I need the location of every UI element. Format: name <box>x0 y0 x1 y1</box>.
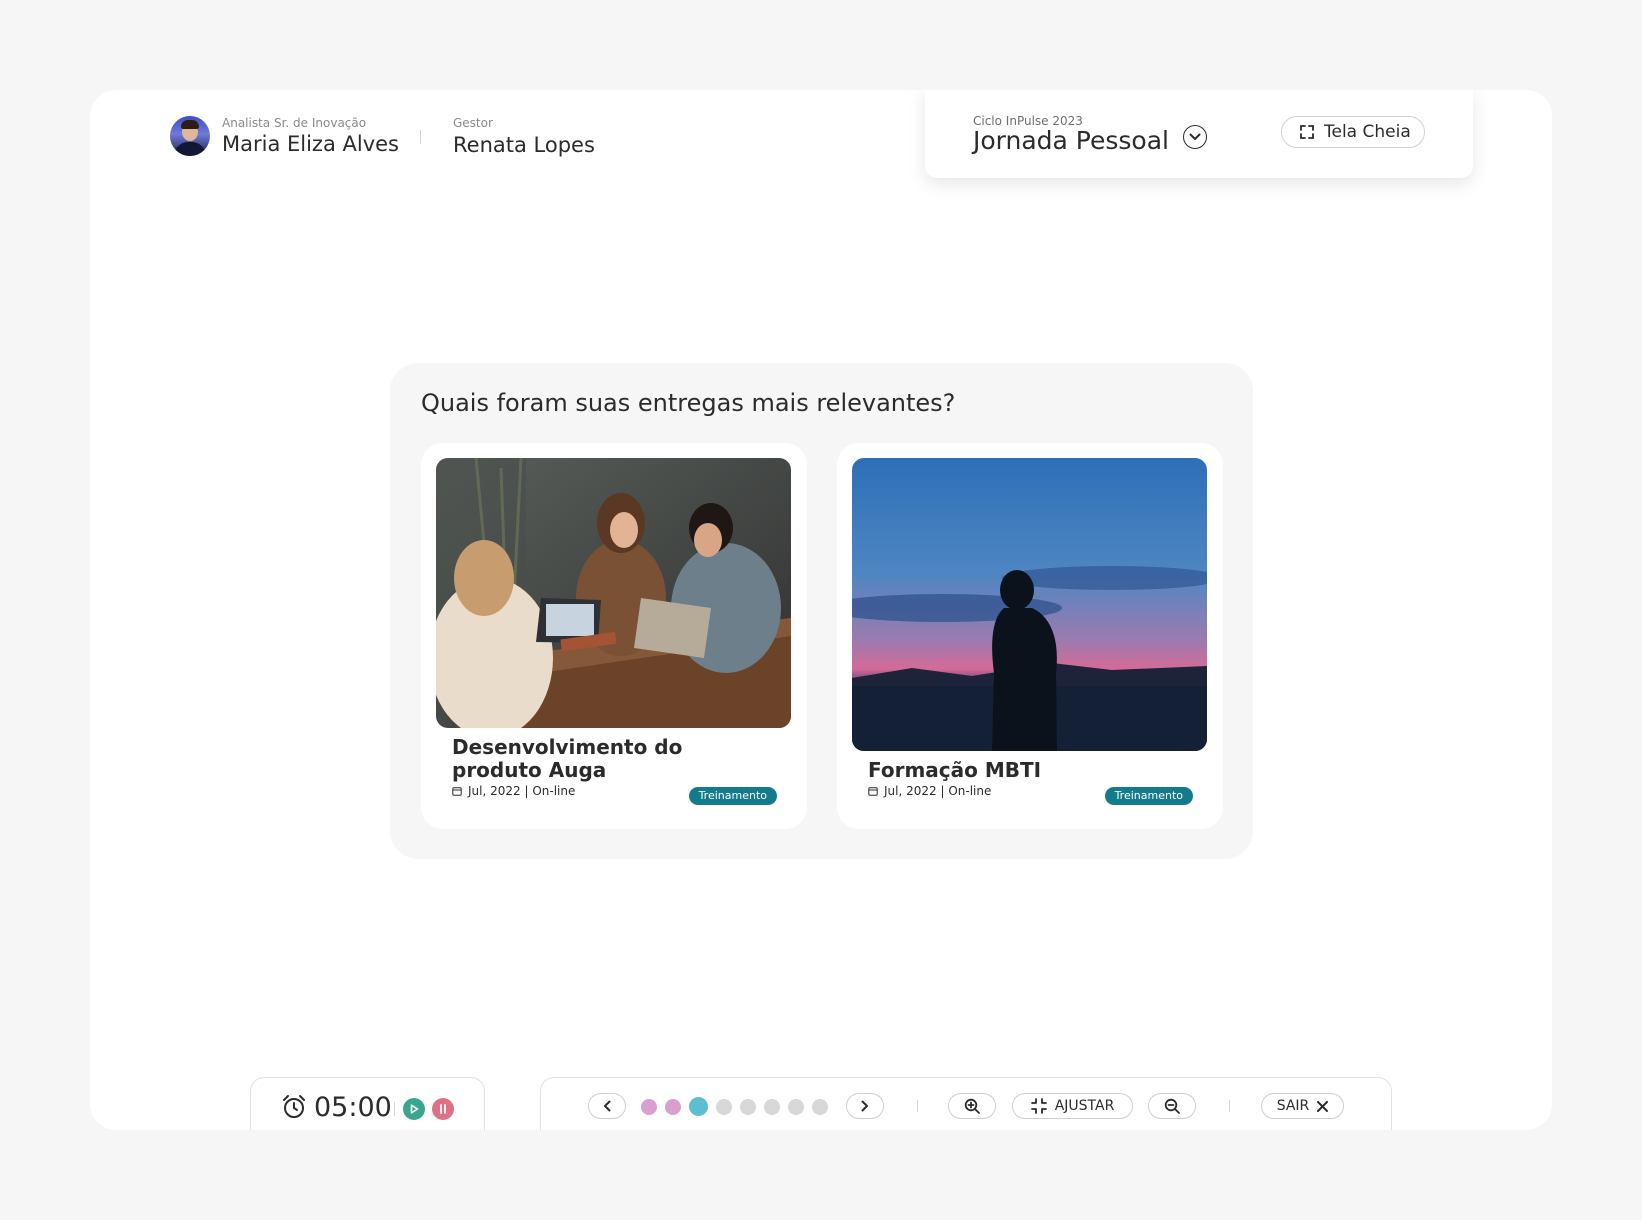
user-profile: Analista Sr. de Inovação Maria Eliza Alv… <box>170 116 399 156</box>
manager-name: Renata Lopes <box>453 133 595 157</box>
app-frame: Analista Sr. de Inovação Maria Eliza Alv… <box>90 90 1552 1130</box>
delivery-date: Jul, 2022 | On-line <box>468 784 576 798</box>
navigation-bar: AJUSTAR SAIR <box>540 1077 1392 1130</box>
calendar-icon <box>868 787 878 796</box>
cycle-dropdown-button[interactable] <box>1183 125 1207 149</box>
delivery-meta: Jul, 2022 | On-line <box>452 784 575 798</box>
fit-screen-icon <box>1030 1098 1047 1114</box>
timer-bar: 05:00 <box>250 1077 485 1130</box>
next-button[interactable] <box>846 1093 884 1119</box>
timer-divider <box>394 1102 395 1116</box>
close-icon <box>1317 1100 1329 1112</box>
nav-divider <box>917 1100 918 1112</box>
delivery-card[interactable]: Formação MBTI Jul, 2022 | On-line Treina… <box>837 443 1223 829</box>
pause-button[interactable] <box>432 1098 454 1120</box>
pause-icon <box>440 1104 446 1114</box>
step-dot-5[interactable] <box>740 1098 756 1115</box>
cycle-title[interactable]: Jornada Pessoal <box>973 126 1169 155</box>
step-dot-2[interactable] <box>665 1098 681 1115</box>
chevron-down-icon <box>1189 133 1201 140</box>
step-dot-1[interactable] <box>641 1098 657 1115</box>
adjust-button[interactable]: AJUSTAR <box>1012 1093 1133 1119</box>
previous-button[interactable] <box>588 1093 626 1119</box>
user-name: Maria Eliza Alves <box>222 132 399 156</box>
delivery-title: Desenvolvimento do produto Auga <box>452 735 683 782</box>
question-card: Quais foram suas entregas mais relevante… <box>390 363 1253 859</box>
step-dot-4[interactable] <box>716 1098 732 1115</box>
step-dot-7[interactable] <box>788 1098 804 1115</box>
avatar <box>170 116 210 156</box>
category-badge: Treinamento <box>1104 787 1193 805</box>
delivery-title: Formação MBTI <box>868 758 1042 782</box>
zoom-in-button[interactable] <box>948 1093 996 1119</box>
exit-label: SAIR <box>1276 1098 1310 1114</box>
zoom-out-icon <box>1164 1098 1180 1114</box>
sunset-silhouette-photo <box>852 458 1207 751</box>
exit-button[interactable]: SAIR <box>1261 1093 1344 1119</box>
fullscreen-button[interactable]: Tela Cheia <box>1281 116 1425 148</box>
alarm-clock-icon <box>283 1095 305 1118</box>
chevron-left-icon <box>604 1100 611 1112</box>
play-button[interactable] <box>403 1098 425 1120</box>
fullscreen-icon <box>1300 125 1314 139</box>
chevron-right-icon <box>861 1100 868 1112</box>
step-dot-6[interactable] <box>764 1098 780 1115</box>
delivery-card[interactable]: Desenvolvimento do produto Auga Jul, 202… <box>421 443 807 829</box>
cycle-panel: Ciclo InPulse 2023 Jornada Pessoal Tela … <box>925 90 1473 178</box>
step-dot-3[interactable] <box>689 1097 708 1116</box>
step-indicator <box>641 1097 828 1116</box>
timer-display: 05:00 <box>314 1092 392 1123</box>
meeting-photo <box>436 458 791 728</box>
zoom-in-icon <box>964 1098 980 1114</box>
play-icon <box>410 1104 418 1114</box>
question-title: Quais foram suas entregas mais relevante… <box>421 389 956 417</box>
delivery-meta: Jul, 2022 | On-line <box>868 784 991 798</box>
manager-role: Gestor <box>453 116 493 130</box>
zoom-out-button[interactable] <box>1148 1093 1196 1119</box>
category-badge: Treinamento <box>688 787 777 805</box>
delivery-date: Jul, 2022 | On-line <box>884 784 992 798</box>
manager-info: Gestor Renata Lopes <box>453 116 595 157</box>
nav-divider <box>1229 1100 1230 1112</box>
fullscreen-label: Tela Cheia <box>1324 122 1411 142</box>
adjust-label: AJUSTAR <box>1054 1098 1115 1114</box>
step-dot-8[interactable] <box>812 1098 828 1115</box>
user-role: Analista Sr. de Inovação <box>222 116 367 130</box>
calendar-icon <box>452 787 462 796</box>
header-divider <box>420 130 421 144</box>
